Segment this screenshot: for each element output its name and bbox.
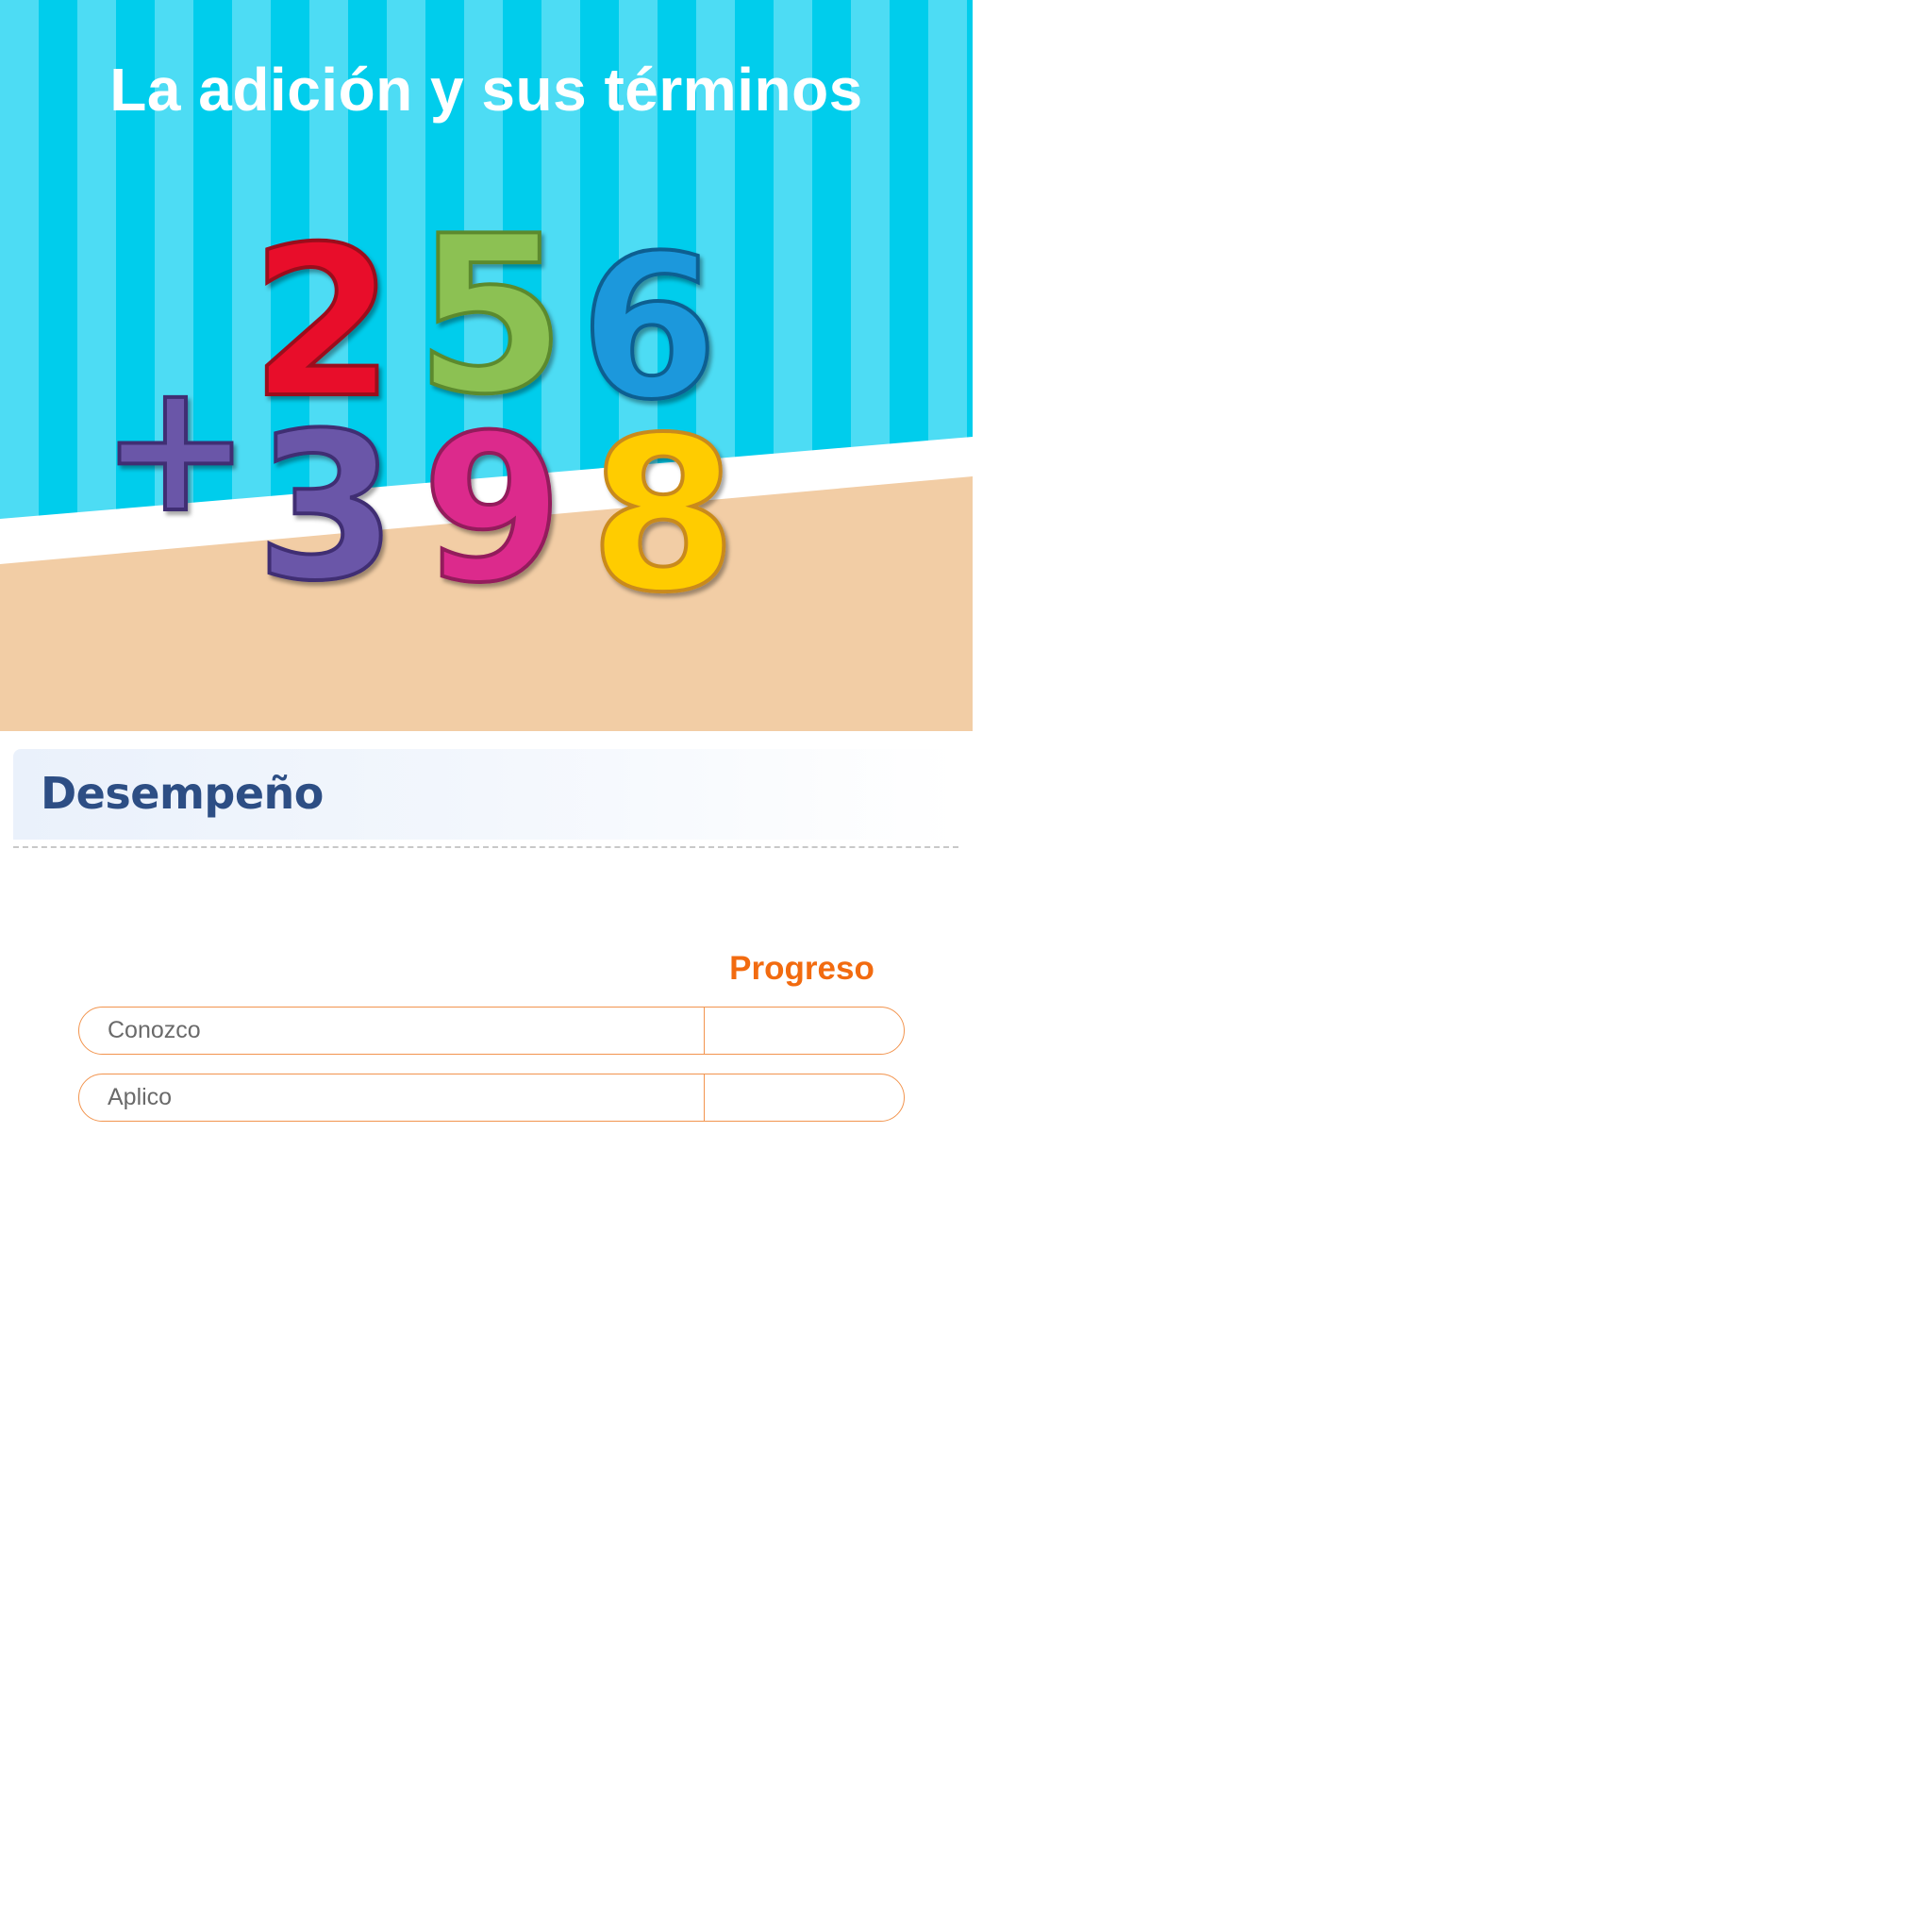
progress-row-aplico: Aplico: [78, 1074, 905, 1122]
progress-row-divider: [704, 1008, 705, 1054]
section-divider: [13, 846, 958, 848]
digit-plus: +: [100, 343, 250, 552]
progress-header: Progreso: [729, 950, 874, 987]
section-title: Desempeño: [41, 768, 324, 819]
page-title: La adición y sus términos: [109, 56, 863, 124]
section-header: Desempeño: [13, 749, 957, 840]
progress-row-conozco: Conozco: [78, 1007, 905, 1055]
progress-row-label: Conozco: [108, 1017, 201, 1043]
digit-3: 3: [256, 389, 397, 625]
digit-9: 9: [422, 391, 563, 627]
digit-8: 8: [590, 392, 738, 640]
progress-row-divider: [704, 1074, 705, 1121]
hero-banner: 2 5 6 + 3 9 8 La adición y sus términos: [0, 0, 973, 731]
progress-row-label: Aplico: [108, 1084, 173, 1110]
